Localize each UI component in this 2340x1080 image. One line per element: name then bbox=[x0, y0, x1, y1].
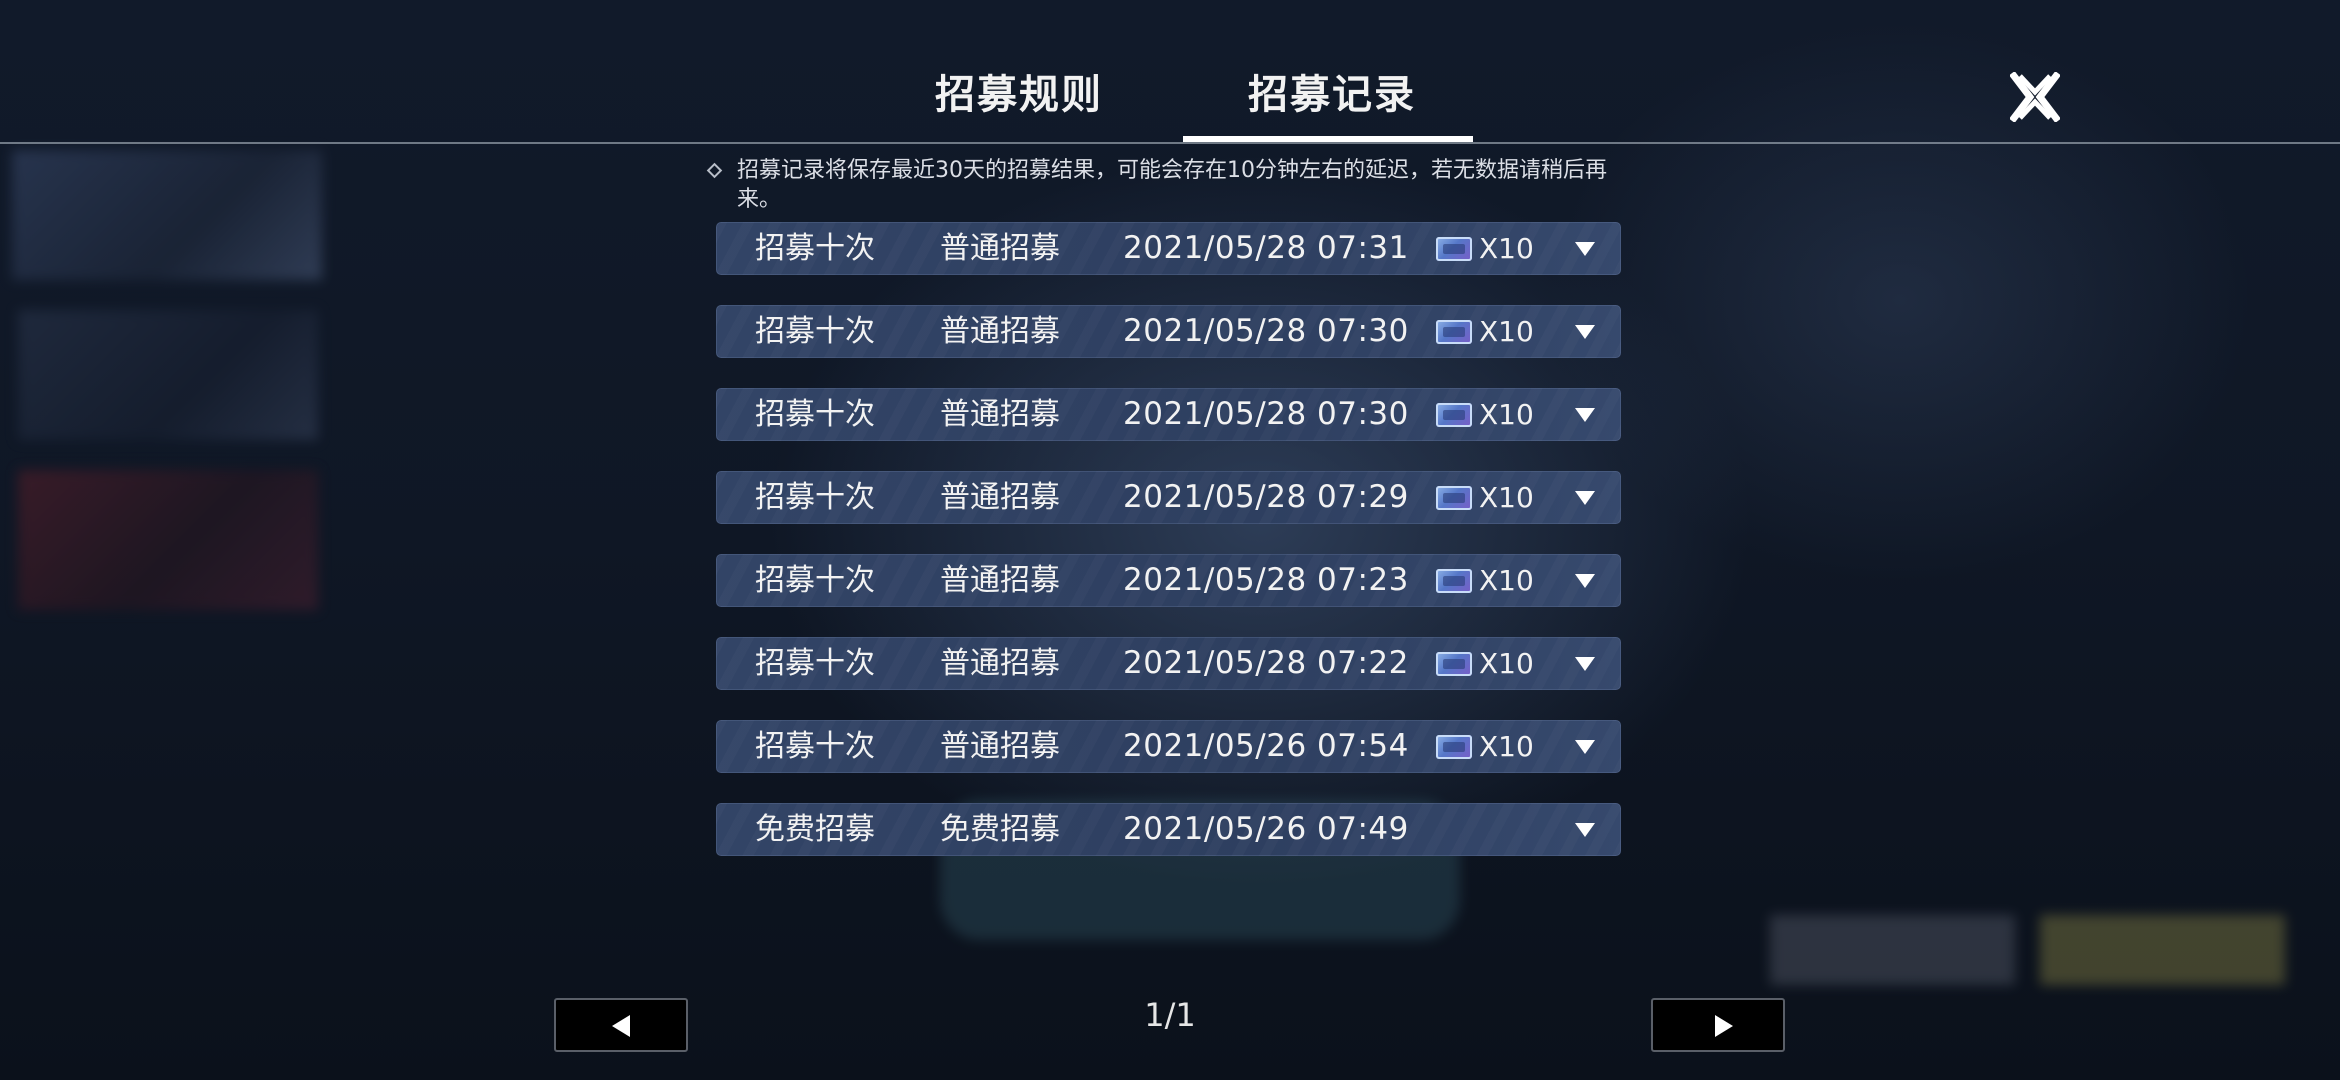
record-pool: 普通招募 bbox=[940, 397, 1060, 432]
record-cost: X10 bbox=[1479, 730, 1534, 763]
record-row[interactable]: 招募十次 普通招募 2021/05/28 07:29 X10 bbox=[716, 471, 1621, 524]
record-time: 2021/05/28 07:30 bbox=[1123, 313, 1409, 349]
triangle-right-icon bbox=[1715, 1015, 1733, 1037]
caret-down-icon[interactable] bbox=[1575, 242, 1595, 256]
record-row[interactable]: 招募十次 普通招募 2021/05/28 07:31 X10 bbox=[716, 222, 1621, 275]
record-row[interactable]: 招募十次 普通招募 2021/05/26 07:54 X10 bbox=[716, 720, 1621, 773]
caret-down-icon[interactable] bbox=[1575, 491, 1595, 505]
record-time: 2021/05/28 07:29 bbox=[1123, 479, 1409, 515]
modal-header: 招募规则 招募记录 bbox=[0, 0, 2340, 144]
caret-down-icon[interactable] bbox=[1575, 325, 1595, 339]
recruit-ticket-icon bbox=[1436, 569, 1472, 593]
record-cost: X10 bbox=[1479, 647, 1534, 680]
caret-down-icon[interactable] bbox=[1575, 574, 1595, 588]
record-pool: 普通招募 bbox=[940, 729, 1060, 764]
background-banner-3 bbox=[18, 470, 318, 610]
record-type: 招募十次 bbox=[755, 314, 875, 349]
caret-down-icon[interactable] bbox=[1575, 740, 1595, 754]
record-pool: 免费招募 bbox=[940, 812, 1060, 847]
recruit-ticket-icon bbox=[1436, 320, 1472, 344]
background-banner-1 bbox=[12, 150, 322, 280]
record-cost: X10 bbox=[1479, 564, 1534, 597]
recruit-ticket-icon bbox=[1436, 237, 1472, 261]
recruit-ticket-icon bbox=[1436, 486, 1472, 510]
record-type: 招募十次 bbox=[755, 563, 875, 598]
close-x-icon bbox=[2009, 71, 2061, 123]
record-type: 免费招募 bbox=[755, 812, 875, 847]
record-time: 2021/05/26 07:49 bbox=[1123, 811, 1409, 847]
record-time: 2021/05/26 07:54 bbox=[1123, 728, 1409, 764]
background-button-grey bbox=[1770, 915, 2015, 985]
prev-page-button[interactable] bbox=[554, 998, 688, 1052]
record-type: 招募十次 bbox=[755, 646, 875, 681]
retention-notice: 招募记录将保存最近30天的招募结果，可能会存在10分钟左右的延迟，若无数据请稍后… bbox=[705, 156, 1625, 214]
record-pool: 普通招募 bbox=[940, 314, 1060, 349]
record-type: 招募十次 bbox=[755, 729, 875, 764]
record-type: 招募十次 bbox=[755, 231, 875, 266]
record-row[interactable]: 招募十次 普通招募 2021/05/28 07:30 X10 bbox=[716, 388, 1621, 441]
record-time: 2021/05/28 07:30 bbox=[1123, 396, 1409, 432]
record-row[interactable]: 招募十次 普通招募 2021/05/28 07:23 X10 bbox=[716, 554, 1621, 607]
caret-down-icon[interactable] bbox=[1575, 657, 1595, 671]
background-banner-2 bbox=[18, 310, 318, 440]
page-indicator: 1/1 bbox=[1144, 996, 1196, 1034]
record-time: 2021/05/28 07:22 bbox=[1123, 645, 1409, 681]
recruit-record-list: 招募十次 普通招募 2021/05/28 07:31 X10 招募十次 普通招募 2021/… bbox=[716, 222, 1621, 886]
record-row[interactable]: 免费招募 免费招募 2021/05/26 07:49 bbox=[716, 803, 1621, 856]
recruit-ticket-icon bbox=[1436, 403, 1472, 427]
caret-down-icon[interactable] bbox=[1575, 408, 1595, 422]
record-cost: X10 bbox=[1479, 481, 1534, 514]
record-time: 2021/05/28 07:31 bbox=[1123, 230, 1409, 266]
record-cost: X10 bbox=[1479, 232, 1534, 265]
record-row[interactable]: 招募十次 普通招募 2021/05/28 07:22 X10 bbox=[716, 637, 1621, 690]
tab-recruit-records[interactable]: 招募记录 bbox=[1248, 62, 1416, 120]
recruit-ticket-icon bbox=[1436, 652, 1472, 676]
record-pool: 普通招募 bbox=[940, 563, 1060, 598]
close-button[interactable] bbox=[2009, 71, 2061, 123]
record-cost: X10 bbox=[1479, 398, 1534, 431]
record-type: 招募十次 bbox=[755, 397, 875, 432]
triangle-left-icon bbox=[612, 1015, 630, 1037]
record-cost: X10 bbox=[1479, 315, 1534, 348]
recruit-ticket-icon bbox=[1436, 735, 1472, 759]
recruit-history-screen: 招募规则 招募记录 招募记录将保存最近30天的招募结果，可能会存在10分钟左右的… bbox=[0, 0, 2340, 1080]
next-page-button[interactable] bbox=[1651, 998, 1785, 1052]
notice-text: 招募记录将保存最近30天的招募结果，可能会存在10分钟左右的延迟，若无数据请稍后… bbox=[737, 158, 1607, 212]
diamond-bullet-icon bbox=[706, 162, 723, 179]
record-pool: 普通招募 bbox=[940, 646, 1060, 681]
record-row[interactable]: 招募十次 普通招募 2021/05/28 07:30 X10 bbox=[716, 305, 1621, 358]
record-pool: 普通招募 bbox=[940, 480, 1060, 515]
background-button-yellow bbox=[2040, 915, 2285, 985]
caret-down-icon[interactable] bbox=[1575, 823, 1595, 837]
record-pool: 普通招募 bbox=[940, 231, 1060, 266]
active-tab-indicator bbox=[1183, 136, 1473, 142]
tab-recruit-rules[interactable]: 招募规则 bbox=[935, 62, 1103, 120]
record-type: 招募十次 bbox=[755, 480, 875, 515]
record-time: 2021/05/28 07:23 bbox=[1123, 562, 1409, 598]
